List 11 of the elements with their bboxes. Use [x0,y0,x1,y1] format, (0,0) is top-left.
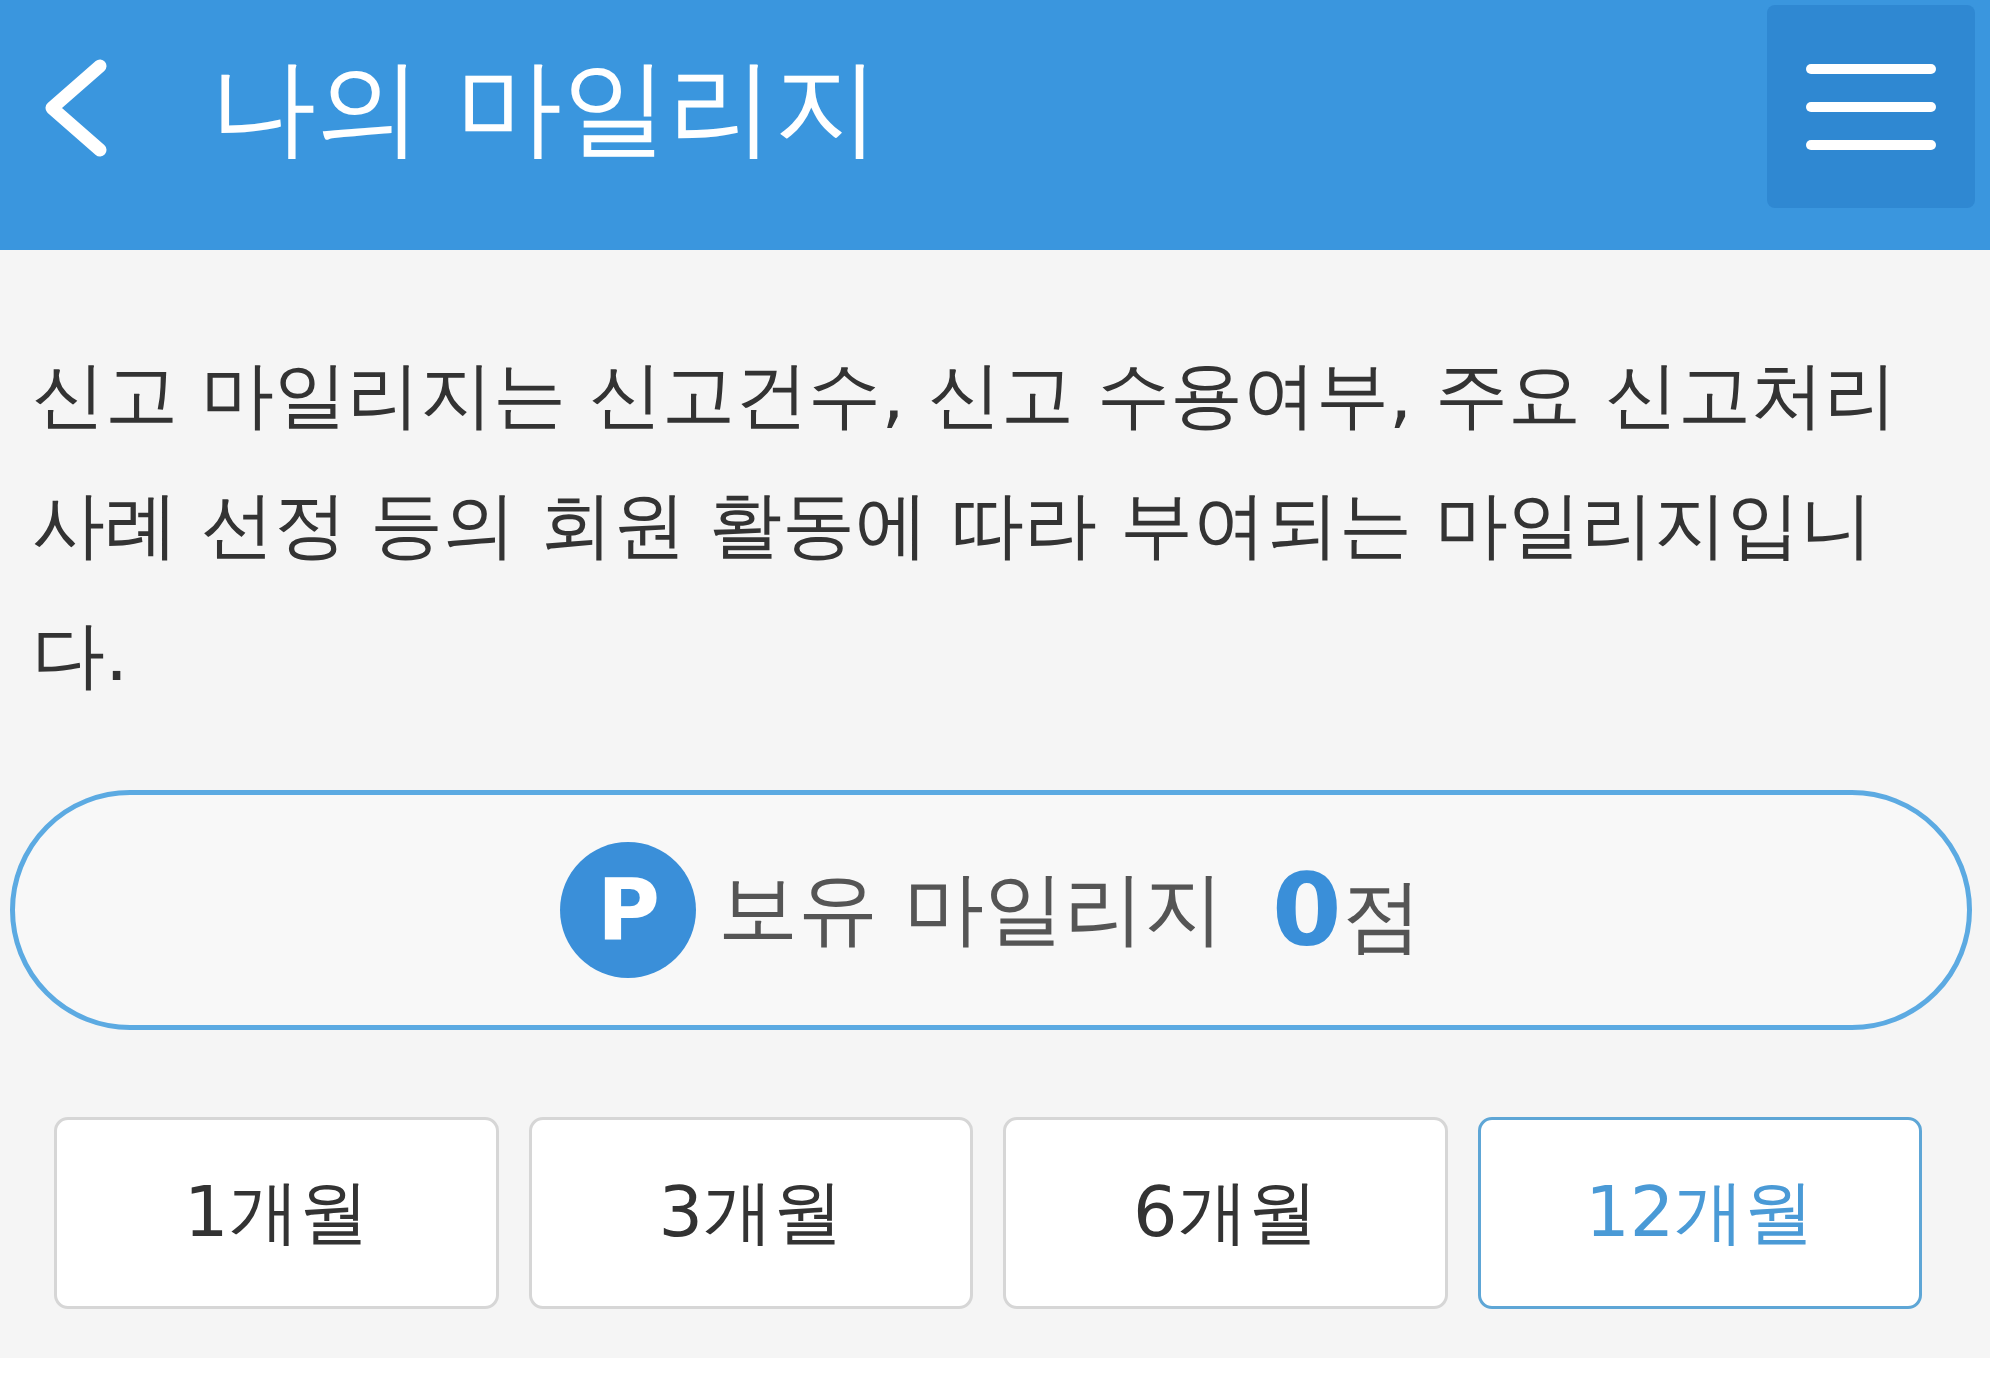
period-tab[interactable]: 3개월 [528,1117,973,1309]
balance-value: 0 [1271,851,1342,969]
menu-button[interactable] [1767,5,1975,208]
period-tab[interactable]: 1개월 [54,1117,499,1309]
balance-unit: 점 [1341,868,1422,964]
menu-icon [1806,63,1936,150]
page-title: 나의 마일리지 [210,45,880,172]
description-text: 신고 마일리지는 신고건수, 신고 수용여부, 주요 신고처리 사례 선정 등의 회원 활동에 따라 부여되는 마일리지입니다. [32,351,1898,699]
points-badge: P [560,842,697,978]
period-tab[interactable]: 6개월 [1003,1117,1448,1309]
balance-label: 보유 마일리지 [718,861,1224,957]
